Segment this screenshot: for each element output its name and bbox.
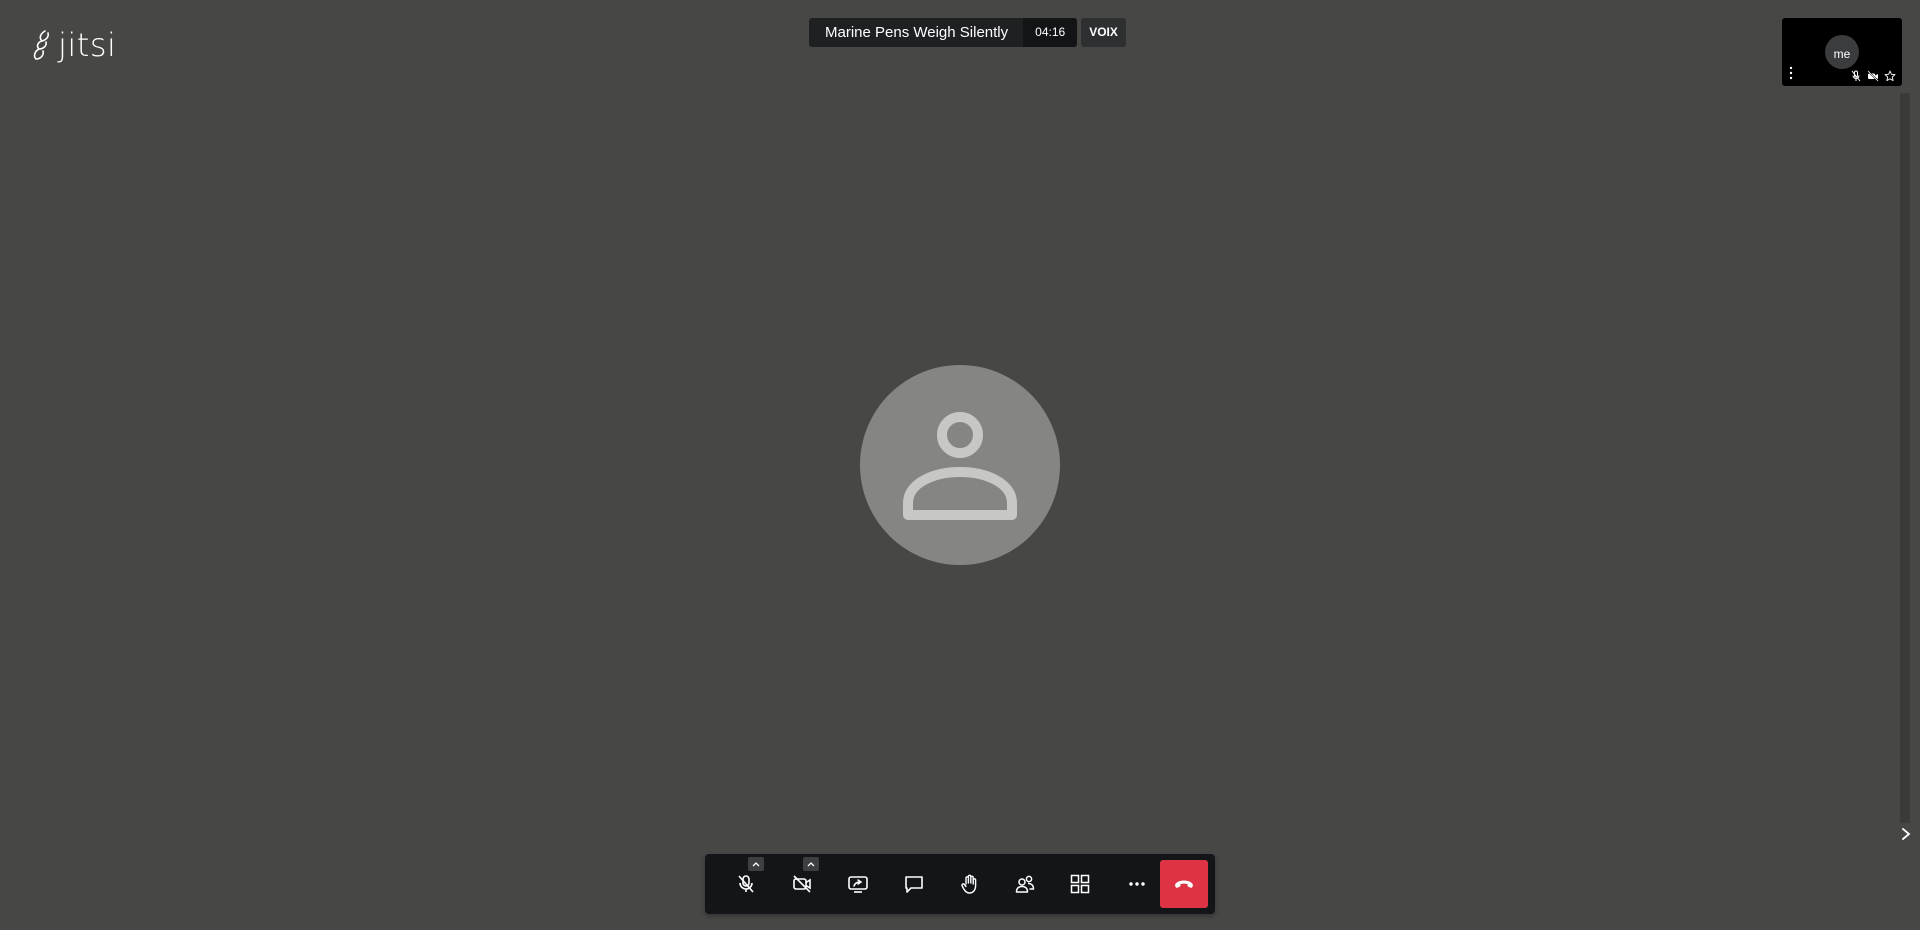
ellipsis-icon [1129,882,1145,886]
chevron-up-icon [807,862,815,867]
more-vertical-icon[interactable] [1788,66,1794,80]
toolbar [705,854,1215,914]
camera-off-icon [793,875,811,893]
hand-icon [961,874,977,894]
user-icon [903,412,1017,520]
self-status-icons [1850,70,1896,82]
chevron-up-icon [752,862,760,867]
microphone-off-icon [738,875,754,893]
chevron-right-icon[interactable] [1899,826,1913,842]
jitsi-logo[interactable]: jitsi [30,26,116,64]
chat-button[interactable] [894,864,934,904]
screen-share-icon [848,876,868,893]
hangup-button[interactable] [1160,860,1208,908]
meeting-stage: jitsi Marine Pens Weigh Silently 04:16 V… [0,0,1920,930]
microphone-off-icon [1851,70,1861,82]
chat-icon [905,876,923,893]
microphone-options-caret[interactable] [748,857,764,871]
raise-hand-button[interactable] [950,864,990,904]
participants-button[interactable] [1005,864,1045,904]
share-screen-button[interactable] [838,864,878,904]
meeting-timer: 04:16 [1023,18,1078,47]
participants-icon [1015,875,1035,893]
participant-avatar [860,365,1060,565]
camera-options-caret[interactable] [803,857,819,871]
phone-hangup-icon [1175,880,1193,888]
star-icon [1884,70,1896,82]
self-view-tile[interactable]: me [1782,18,1902,86]
jitsi-logo-icon [33,30,49,60]
conference-subject: Marine Pens Weigh Silently 04:16 VOIX [809,18,1126,47]
more-actions-button[interactable] [1117,864,1157,904]
tile-view-button[interactable] [1060,864,1100,904]
filmstrip-scrollbar[interactable] [1900,93,1910,823]
logo-text: jitsi [58,26,117,64]
meeting-title: Marine Pens Weigh Silently [825,24,1009,41]
self-avatar: me [1825,35,1859,69]
meeting-badge: VOIX [1081,18,1126,47]
camera-off-icon [1867,70,1879,82]
grid-icon [1070,874,1090,894]
subject-box: Marine Pens Weigh Silently 04:16 [809,18,1078,47]
